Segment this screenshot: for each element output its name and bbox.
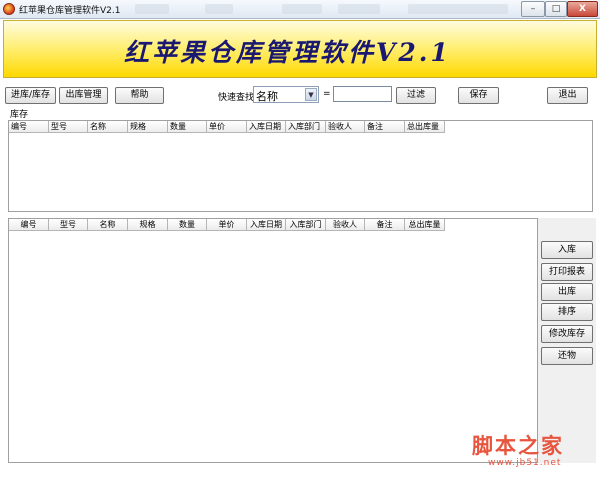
detail-grid[interactable]: 编号 型号 名称 规格 数量 单价 入库日期 入库部门 验收人 备注 总出库量 xyxy=(8,218,538,463)
column-header[interactable]: 备注 xyxy=(365,121,405,133)
column-header[interactable]: 验收人 xyxy=(326,219,365,231)
watermark-logo: 脚本之家 xyxy=(472,433,564,458)
column-header[interactable]: 编号 xyxy=(9,121,49,133)
maximize-button[interactable]: □ xyxy=(545,1,567,17)
column-header[interactable]: 数量 xyxy=(168,219,207,231)
column-header[interactable]: 入库部门 xyxy=(286,219,326,231)
taskbar-tab-blurred xyxy=(338,4,380,14)
minimize-button[interactable]: – xyxy=(521,1,545,17)
banner: 红苹果仓库管理软件V2.1 xyxy=(3,20,597,78)
chevron-down-icon[interactable]: ▼ xyxy=(305,88,317,101)
column-header[interactable]: 名称 xyxy=(88,121,128,133)
banner-title: 红苹果仓库管理软件V2.1 xyxy=(124,38,451,67)
column-header[interactable]: 型号 xyxy=(49,121,88,133)
edit-stock-button[interactable]: 修改库存 xyxy=(541,325,593,343)
close-button[interactable]: X xyxy=(567,1,598,17)
filter-button[interactable]: 过滤 xyxy=(396,87,436,104)
column-header[interactable]: 备注 xyxy=(365,219,405,231)
print-report-button[interactable]: 打印报表 xyxy=(541,263,593,281)
stock-in-button[interactable]: 入库 xyxy=(541,241,593,259)
inventory-section-label: 库存 xyxy=(10,110,29,120)
column-header[interactable]: 单价 xyxy=(207,219,247,231)
equals-label: = xyxy=(323,89,331,99)
search-field-select[interactable]: 名称 ▼ xyxy=(253,86,319,103)
search-field-value: 名称 xyxy=(256,90,278,103)
column-header[interactable]: 总出库量 xyxy=(405,121,445,133)
inventory-grid[interactable]: 编号 型号 名称 规格 数量 单价 入库日期 入库部门 验收人 备注 总出库量 xyxy=(8,120,593,212)
in-stock-button[interactable]: 进库/库存 xyxy=(5,87,56,104)
watermark-url: www.jb51.net xyxy=(488,458,562,468)
taskbar-tab-blurred xyxy=(205,4,233,14)
column-header[interactable]: 数量 xyxy=(168,121,207,133)
column-header[interactable]: 验收人 xyxy=(326,121,365,133)
column-header[interactable]: 型号 xyxy=(49,219,88,231)
column-header[interactable]: 入库日期 xyxy=(247,219,286,231)
exit-button[interactable]: 退出 xyxy=(547,87,588,104)
stock-out-button[interactable]: 出库 xyxy=(541,283,593,301)
quick-search-label: 快速查找 xyxy=(218,93,255,103)
column-header[interactable]: 编号 xyxy=(9,219,49,231)
taskbar-tab-blurred xyxy=(282,4,322,14)
save-button[interactable]: 保存 xyxy=(458,87,499,104)
column-header[interactable]: 规格 xyxy=(128,121,168,133)
out-manage-button[interactable]: 出库管理 xyxy=(59,87,108,104)
app-logo-icon xyxy=(3,3,15,15)
help-button[interactable]: 帮助 xyxy=(115,87,164,104)
taskbar-tab-blurred xyxy=(135,4,169,14)
sort-button[interactable]: 排序 xyxy=(541,303,593,321)
column-header[interactable]: 名称 xyxy=(88,219,128,231)
search-input[interactable] xyxy=(333,86,392,102)
detail-grid-header: 编号 型号 名称 规格 数量 单价 入库日期 入库部门 验收人 备注 总出库量 xyxy=(9,219,445,231)
window-title: 红苹果仓库管理软件V2.1 xyxy=(19,6,121,16)
title-bar[interactable]: 红苹果仓库管理软件V2.1 – □ X xyxy=(0,0,600,19)
column-header[interactable]: 总出库量 xyxy=(405,219,445,231)
return-button[interactable]: 还物 xyxy=(541,347,593,365)
column-header[interactable]: 入库日期 xyxy=(247,121,286,133)
inventory-grid-header: 编号 型号 名称 规格 数量 单价 入库日期 入库部门 验收人 备注 总出库量 xyxy=(9,121,445,133)
taskbar-tab-blurred xyxy=(408,4,508,14)
column-header[interactable]: 单价 xyxy=(207,121,247,133)
column-header[interactable]: 入库部门 xyxy=(286,121,326,133)
column-header[interactable]: 规格 xyxy=(128,219,168,231)
